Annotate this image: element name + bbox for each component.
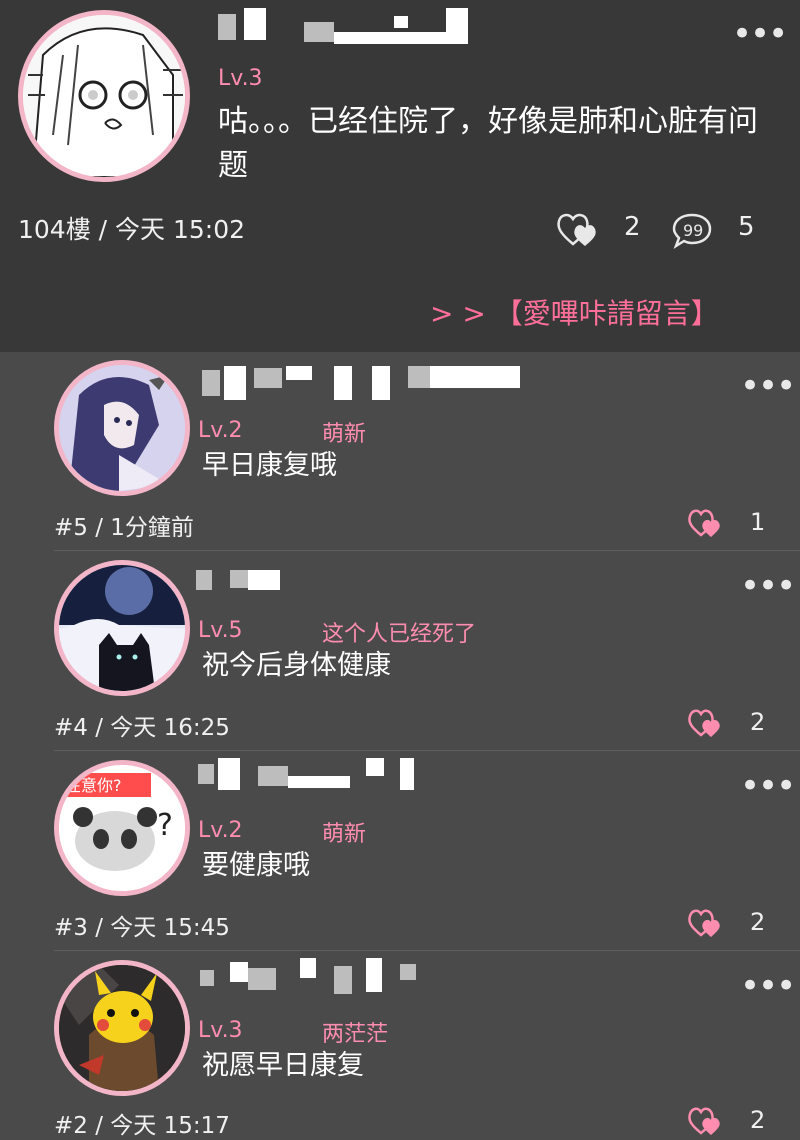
user-avatar[interactable]: 在意你? ? — [54, 760, 190, 896]
manga-girl-avatar-image — [23, 15, 185, 177]
comment-count: 5 — [738, 212, 755, 242]
like-count: 1 — [750, 508, 766, 536]
more-options-icon[interactable]: ••• — [732, 24, 786, 48]
more-options-icon[interactable]: ••• — [740, 576, 794, 600]
username-blurred[interactable] — [196, 566, 286, 602]
reply-content: 祝今后身体健康 — [202, 650, 391, 681]
like-icon[interactable] — [686, 506, 726, 540]
floor-time: #5 / 1分鐘前 — [54, 515, 194, 541]
username-blurred[interactable] — [218, 8, 470, 44]
username-blurred[interactable] — [200, 958, 420, 994]
user-level: Lv.3 — [218, 66, 263, 91]
like-count: 2 — [624, 212, 641, 242]
user-avatar[interactable] — [54, 960, 190, 1096]
user-avatar[interactable] — [18, 10, 190, 182]
floor-time: 104樓 / 今天 15:02 — [18, 215, 246, 244]
reply-content: 早日康复哦 — [202, 450, 337, 481]
like-count: 2 — [750, 908, 766, 936]
avatar-caption: 在意你? — [65, 776, 122, 795]
comment-icon[interactable]: 99 — [670, 210, 714, 250]
floor-time: #4 / 今天 16:25 — [54, 715, 230, 741]
divider — [54, 750, 800, 751]
like-icon[interactable] — [686, 1104, 726, 1138]
username-blurred[interactable] — [202, 366, 522, 402]
floor-time: #2 / 今天 15:17 — [54, 1113, 230, 1139]
username-blurred[interactable] — [198, 758, 418, 794]
user-level: Lv.2 — [198, 818, 243, 843]
reply-content: 要健康哦 — [202, 850, 310, 881]
comment-link[interactable]: > > 【愛嗶咔請留言】 — [430, 292, 719, 332]
more-options-icon[interactable]: ••• — [740, 776, 794, 800]
more-options-icon[interactable]: ••• — [740, 976, 794, 1000]
like-icon[interactable] — [686, 906, 726, 940]
anime-girl-avatar-image — [59, 365, 185, 491]
svg-text:99: 99 — [683, 221, 703, 240]
user-title-tag: 萌新 — [322, 822, 367, 847]
post-content: 咕。。。已经住院了，好像是肺和心脏有问题 — [218, 104, 758, 183]
user-level: Lv.3 — [198, 1018, 243, 1043]
pikachu-avatar-image — [59, 965, 185, 1091]
user-level: Lv.2 — [198, 418, 243, 443]
user-level: Lv.5 — [198, 618, 243, 643]
divider — [54, 550, 800, 551]
like-count: 2 — [750, 1106, 766, 1134]
more-options-icon[interactable]: ••• — [740, 376, 794, 400]
like-icon[interactable] — [686, 706, 726, 740]
svg-text:?: ? — [157, 808, 173, 843]
like-icon[interactable] — [555, 210, 603, 250]
reply-content: 祝愿早日康复 — [202, 1050, 364, 1081]
black-cat-avatar-image — [59, 565, 185, 691]
divider — [54, 950, 800, 951]
user-avatar[interactable] — [54, 360, 190, 496]
user-avatar[interactable] — [54, 560, 190, 696]
floor-time: #3 / 今天 15:45 — [54, 915, 230, 941]
like-count: 2 — [750, 708, 766, 736]
panda-meme-avatar-image: 在意你? ? — [59, 765, 185, 891]
main-post: ••• Lv.3 咕。。。已经住院了，好像是肺和心脏有问题 104樓 / 今天 … — [0, 0, 800, 352]
